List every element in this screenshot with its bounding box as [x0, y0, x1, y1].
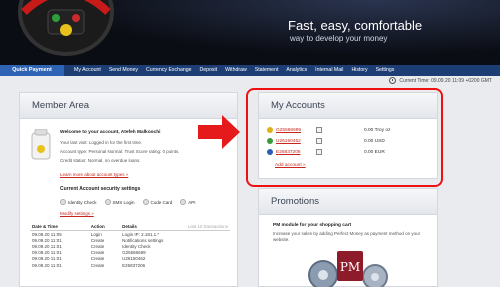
nav-quick-payment[interactable]: Quick Payment: [0, 65, 64, 76]
nav-currency-exchange[interactable]: Currency Exchange: [142, 65, 196, 76]
clock-icon: [389, 77, 397, 84]
table-row: 09.09.20 11:05 Login Login IP: 2.181.1.*: [32, 231, 160, 237]
promo-text: Increase your sales by adding Perfect Mo…: [273, 231, 421, 242]
credit-status-text: Credit status: Normal, no overdue loans.: [60, 158, 141, 163]
current-time-bar: Current Time: 09.09.20 11:09 +0200 GMT: [389, 77, 492, 84]
code-card-status-icon: [142, 199, 149, 205]
history-col-details: Details: [120, 223, 153, 231]
history-table: Date & Time Action Details Last 10 trans…: [30, 223, 230, 268]
red-arrow-icon: [198, 115, 240, 149]
account-type-text: Account type: Personal Normal. Trust Sco…: [60, 149, 180, 154]
history-col-date: Date & Time: [30, 223, 89, 231]
main-nav: Quick Payment My Account Send Money Curr…: [0, 65, 500, 76]
last-visit-text: Your last visit: Logged in for the first…: [60, 140, 143, 145]
modify-settings-link[interactable]: Modify settings »: [60, 211, 94, 216]
table-row: 09.09.20 11:01 Create E26837206: [32, 262, 146, 268]
security-api: API: [180, 199, 196, 205]
history-header-row: Date & Time Action Details Last 10 trans…: [30, 223, 230, 231]
promotions-panel: Promotions PM module for your shopping c…: [258, 188, 438, 287]
welcome-text: Welcome to your account, Atefeh Malkooch…: [60, 130, 161, 135]
nav-history[interactable]: History: [347, 65, 371, 76]
learn-more-account-types-link[interactable]: Learn more about account types »: [60, 172, 128, 177]
history-last-ten-label: Last 10 transactions: [152, 223, 230, 231]
identity-check-status-icon: [60, 199, 66, 205]
nav-settings[interactable]: Settings: [372, 65, 399, 76]
current-time: Current Time: 09.09.20 11:09 +0200 GMT: [399, 77, 492, 84]
pm-gears-graphic: PM: [308, 251, 388, 287]
security-settings-list: Identity Check SMS Login Code Card API: [60, 199, 196, 205]
nav-my-account[interactable]: My Account: [70, 65, 105, 76]
api-status-icon: [180, 199, 187, 205]
svg-text:PM: PM: [340, 260, 360, 274]
history-col-action: Action: [88, 223, 121, 231]
sms-login-status-icon: [104, 199, 111, 205]
nav-statement[interactable]: Statement: [251, 65, 283, 76]
steering-wheel-logo: [18, 0, 114, 56]
security-code-card: Code Card: [142, 199, 172, 205]
tagline-sub: way to develop your money: [290, 34, 388, 43]
nav-send-money[interactable]: Send Money: [105, 65, 142, 76]
security-identity-check: Identity Check: [60, 199, 97, 205]
promotions-title: Promotions: [259, 189, 437, 215]
nav-withdraw[interactable]: Withdraw: [221, 65, 251, 76]
accounts-highlight-box: [246, 88, 443, 187]
promo-heading: PM module for your shopping cart: [273, 223, 352, 228]
nav-internal-mail[interactable]: Internal Mail: [311, 65, 347, 76]
nav-items: My Account Send Money Currency Exchange …: [70, 65, 398, 76]
security-settings-title: Current Account security settings: [60, 186, 141, 192]
user-avatar-icon: [31, 129, 51, 160]
site-header: Fast, easy, comfortable way to develop y…: [0, 0, 500, 65]
tagline-main: Fast, easy, comfortable: [288, 18, 423, 33]
security-sms-login: SMS Login: [104, 199, 135, 205]
nav-analytics[interactable]: Analytics: [282, 65, 311, 76]
nav-deposit[interactable]: Deposit: [196, 65, 222, 76]
